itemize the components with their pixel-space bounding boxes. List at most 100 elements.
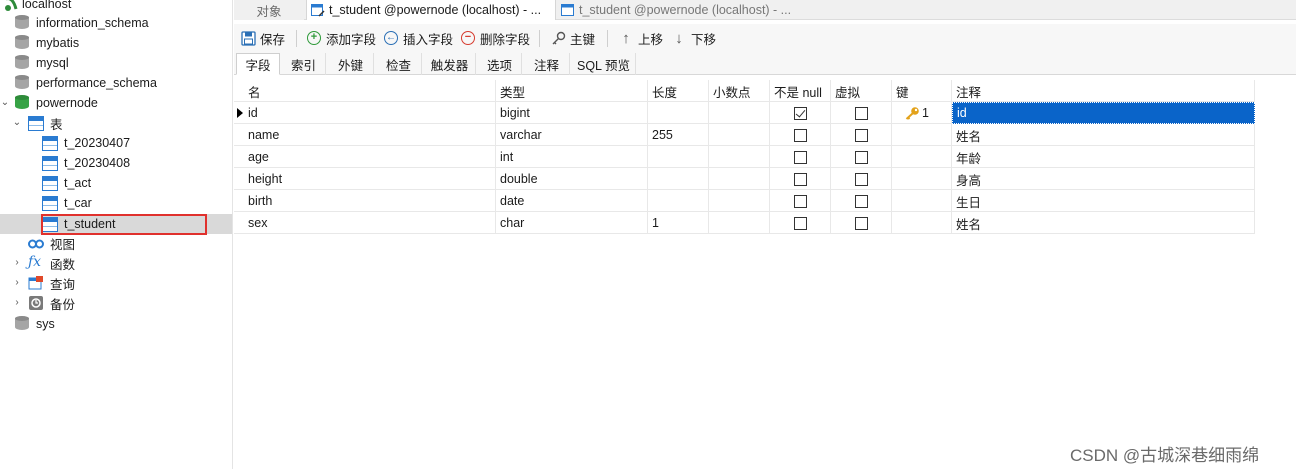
field-decimals-cell[interactable]	[709, 212, 770, 234]
tab-checks[interactable]: 检查	[376, 53, 422, 75]
not-null-checkbox[interactable]	[794, 172, 807, 186]
virtual-checkbox[interactable]	[855, 172, 868, 186]
field-length-cell[interactable]	[648, 190, 709, 212]
tab-table-data[interactable]: t_student @powernode (localhost) - ...	[557, 0, 807, 20]
field-name-cell[interactable]: id	[244, 102, 496, 124]
chevron-down-icon[interactable]: ⌄	[12, 118, 22, 128]
primary-key-button[interactable]: 主键	[550, 28, 595, 48]
field-name-cell[interactable]: age	[244, 146, 496, 168]
save-button[interactable]: 保存	[240, 28, 285, 48]
tab-indexes[interactable]: 索引	[282, 53, 326, 75]
not-null-checkbox[interactable]	[794, 150, 807, 164]
tab-options[interactable]: 选项	[478, 53, 522, 75]
field-decimals-cell[interactable]	[709, 146, 770, 168]
virtual-checkbox[interactable]	[855, 216, 868, 230]
field-decimals-cell[interactable]	[709, 102, 770, 124]
tree-item-backups[interactable]: › 备份	[0, 293, 232, 313]
field-length-cell[interactable]: 255	[648, 124, 709, 146]
tree-item-performance-schema[interactable]: performance_schema	[0, 73, 232, 93]
table-row[interactable]: age int 年龄	[234, 146, 1255, 168]
column-header-decimals[interactable]: 小数点	[709, 80, 770, 102]
field-type-cell[interactable]: double	[496, 168, 648, 190]
key-cell[interactable]	[892, 168, 952, 190]
tree-item-queries[interactable]: › 查询	[0, 273, 232, 293]
field-type-cell[interactable]: date	[496, 190, 648, 212]
tree-item-t-act[interactable]: t_act	[0, 173, 232, 193]
field-comment-cell[interactable]: 生日	[952, 190, 1255, 212]
tree-item-t-car[interactable]: t_car	[0, 193, 232, 213]
field-decimals-cell[interactable]	[709, 168, 770, 190]
virtual-checkbox[interactable]	[855, 128, 868, 142]
table-row[interactable]: height double 身高	[234, 168, 1255, 190]
field-name-cell[interactable]: height	[244, 168, 496, 190]
chevron-right-icon[interactable]: ›	[12, 278, 22, 288]
field-name-cell[interactable]: name	[244, 124, 496, 146]
tree-item-sys[interactable]: sys	[0, 314, 232, 334]
field-length-cell[interactable]	[648, 146, 709, 168]
field-length-cell[interactable]	[648, 102, 709, 124]
virtual-checkbox[interactable]	[855, 194, 868, 208]
not-null-checkbox[interactable]	[794, 128, 807, 142]
tab-fields[interactable]: 字段	[236, 53, 280, 75]
tab-objects[interactable]: 对象	[234, 0, 304, 20]
tree-item-functions[interactable]: › ƒx 函数	[0, 253, 232, 273]
chevron-right-icon[interactable]: ›	[12, 258, 22, 268]
tree-item-tables[interactable]: ⌄ 表	[0, 113, 232, 133]
tab-comment[interactable]: 注释	[524, 53, 570, 75]
tree-item-mysql[interactable]: mysql	[0, 53, 232, 73]
insert-field-button[interactable]: ← 插入字段	[383, 28, 453, 48]
add-field-button[interactable]: + 添加字段	[306, 28, 376, 48]
field-decimals-cell[interactable]	[709, 124, 770, 146]
not-null-checkbox[interactable]	[794, 216, 807, 230]
column-header-type[interactable]: 类型	[496, 80, 648, 102]
virtual-checkbox[interactable]	[855, 150, 868, 164]
virtual-checkbox[interactable]	[855, 106, 868, 120]
tree-item-information-schema[interactable]: information_schema	[0, 13, 232, 33]
column-header-not-null[interactable]: 不是 null	[770, 80, 831, 102]
field-comment-cell[interactable]: 姓名	[952, 212, 1255, 234]
field-comment-cell[interactable]: 年龄	[952, 146, 1255, 168]
key-cell[interactable]	[892, 212, 952, 234]
tree-item-views[interactable]: 视图	[0, 233, 232, 253]
field-type-cell[interactable]: int	[496, 146, 648, 168]
tree-item-t-20230407[interactable]: t_20230407	[0, 133, 232, 153]
column-header-comment[interactable]: 注释	[952, 80, 1255, 102]
table-row[interactable]: birth date 生日	[234, 190, 1255, 212]
field-length-cell[interactable]	[648, 168, 709, 190]
key-cell[interactable]	[892, 146, 952, 168]
field-type-cell[interactable]: varchar	[496, 124, 648, 146]
column-header-name[interactable]: 名	[244, 80, 496, 102]
tree-item-localhost[interactable]: localhost	[0, 0, 232, 14]
tab-foreign-keys[interactable]: 外键	[328, 53, 374, 75]
not-null-checkbox[interactable]	[794, 106, 807, 120]
key-cell[interactable]	[892, 190, 952, 212]
key-cell[interactable]	[892, 124, 952, 146]
field-type-cell[interactable]: char	[496, 212, 648, 234]
field-length-cell[interactable]: 1	[648, 212, 709, 234]
tree-item-powernode[interactable]: ⌄ powernode	[0, 93, 232, 113]
tab-table-design-active[interactable]: t_student @powernode (localhost) - ...	[306, 0, 556, 20]
field-comment-cell[interactable]: 身高	[952, 168, 1255, 190]
move-up-button[interactable]: ↑ 上移	[618, 28, 663, 48]
column-header-key[interactable]: 键	[892, 80, 952, 102]
field-name-cell[interactable]: sex	[244, 212, 496, 234]
field-comment-cell[interactable]: id	[952, 102, 1255, 124]
table-row[interactable]: name varchar 255 姓名	[234, 124, 1255, 146]
chevron-right-icon[interactable]: ›	[12, 298, 22, 308]
field-type-cell[interactable]: bigint	[496, 102, 648, 124]
field-comment-cell[interactable]: 姓名	[952, 124, 1255, 146]
tree-item-mybatis[interactable]: mybatis	[0, 33, 232, 53]
field-decimals-cell[interactable]	[709, 190, 770, 212]
chevron-down-icon[interactable]: ⌄	[0, 98, 10, 108]
table-row[interactable]: sex char 1 姓名	[234, 212, 1255, 234]
key-cell[interactable]: 1	[892, 102, 952, 124]
tree-item-t-20230408[interactable]: t_20230408	[0, 153, 232, 173]
field-name-cell[interactable]: birth	[244, 190, 496, 212]
column-header-virtual[interactable]: 虚拟	[831, 80, 892, 102]
table-row[interactable]: id bigint 1 id	[234, 102, 1255, 124]
delete-field-button[interactable]: − 删除字段	[460, 28, 530, 48]
tab-triggers[interactable]: 触发器	[424, 53, 476, 75]
tab-sql-preview[interactable]: SQL 预览	[572, 53, 636, 75]
not-null-checkbox[interactable]	[794, 194, 807, 208]
column-header-length[interactable]: 长度	[648, 80, 709, 102]
